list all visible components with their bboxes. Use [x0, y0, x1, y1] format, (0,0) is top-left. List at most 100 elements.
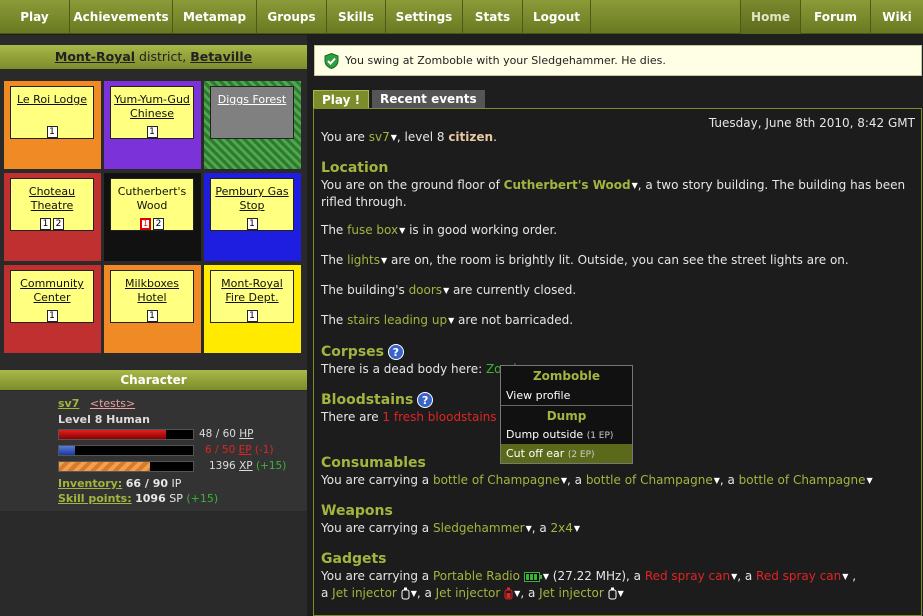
- map-cell[interactable]: Mont-Royal Fire Dept. 1: [204, 265, 301, 353]
- ep-delta: (-1): [254, 444, 274, 456]
- map-building-name[interactable]: Choteau Theatre: [29, 185, 75, 212]
- nav-achievements[interactable]: Achievements: [70, 0, 173, 34]
- nav-metamap[interactable]: Metamap: [173, 0, 257, 34]
- dropdown-arrow-icon[interactable]: ▼: [731, 568, 737, 585]
- help-icon[interactable]: ?: [417, 392, 434, 408]
- occupant-count-badge[interactable]: 2: [153, 218, 164, 230]
- occupant-counts: 1: [11, 124, 93, 138]
- occupant-count-badge[interactable]: 2: [53, 218, 64, 230]
- map-cell[interactable]: Choteau Theatre 1 2: [4, 173, 101, 261]
- map-cell[interactable]: Milkboxes Hotel 1: [104, 265, 201, 353]
- item-champagne[interactable]: bottle of Champagne: [433, 473, 560, 487]
- map-building[interactable]: Cutherbert's Wood 1 2: [110, 178, 194, 231]
- dropdown-arrow-icon[interactable]: ▼: [543, 568, 549, 585]
- map-building-name[interactable]: Mont-Royal Fire Dept.: [221, 277, 283, 304]
- cut-off-ear-cost: (2 EP): [567, 450, 595, 460]
- nav-home[interactable]: Home: [740, 0, 800, 34]
- map-building-name[interactable]: Pembury Gas Stop: [215, 185, 288, 212]
- nav-settings[interactable]: Settings: [386, 0, 463, 34]
- occupant-count-badge[interactable]: 1: [246, 218, 258, 230]
- xp-unit: XP: [239, 460, 253, 472]
- item-red-spray-can[interactable]: Red spray can: [756, 569, 841, 583]
- map-cell[interactable]: Pembury Gas Stop 1: [204, 173, 301, 261]
- nav-play[interactable]: Play: [0, 0, 70, 34]
- map-cell[interactable]: Le Roi Lodge 1: [4, 81, 101, 169]
- nav-forum[interactable]: Forum: [800, 0, 870, 34]
- skill-points-link[interactable]: Skill points:: [58, 492, 132, 505]
- nav-wiki[interactable]: Wiki: [870, 0, 923, 34]
- vial-empty-icon: [401, 587, 410, 600]
- dropdown-arrow-icon[interactable]: ▼: [618, 585, 624, 602]
- map-building[interactable]: Yum-Yum-Gud Chinese 1: [110, 86, 194, 139]
- occupant-count-badge[interactable]: 1: [46, 126, 58, 138]
- city-link[interactable]: Betaville: [190, 49, 252, 64]
- nav-stats[interactable]: Stats: [463, 0, 523, 34]
- lights-link[interactable]: lights: [347, 253, 380, 267]
- map-building[interactable]: Milkboxes Hotel 1: [110, 270, 194, 323]
- character-name[interactable]: sv7: [58, 397, 79, 410]
- map-building[interactable]: Le Roi Lodge 1: [10, 86, 94, 139]
- item-jet-injector[interactable]: Jet injector: [539, 586, 604, 600]
- dropdown-arrow-icon[interactable]: ▼: [842, 568, 848, 585]
- tab-recent-events[interactable]: Recent events: [372, 90, 485, 109]
- dropdown-arrow-icon[interactable]: ▼: [561, 472, 567, 489]
- item-2x4[interactable]: 2x4: [551, 521, 573, 535]
- item-jet-injector[interactable]: Jet injector: [436, 586, 501, 600]
- dropdown-arrow-icon[interactable]: ▼: [411, 585, 417, 602]
- map-building[interactable]: Pembury Gas Stop 1: [210, 178, 294, 231]
- occupant-count-badge[interactable]: 1: [46, 310, 58, 322]
- stairs-link[interactable]: stairs leading up: [347, 313, 447, 327]
- building-link[interactable]: Cutherbert's Wood: [504, 178, 631, 192]
- nav-groups[interactable]: Groups: [257, 0, 327, 34]
- hp-value: 48 / 60: [199, 428, 236, 440]
- inventory-unit: IP: [171, 477, 182, 490]
- item-red-spray-can[interactable]: Red spray can: [645, 569, 730, 583]
- menu-item-cut-off-ear[interactable]: Cut off ear (2 EP): [501, 444, 632, 463]
- tab-play[interactable]: Play !: [313, 90, 370, 109]
- inventory-link[interactable]: Inventory:: [58, 477, 122, 490]
- context-menu: Zomboble View profile Dump Dump outside …: [500, 365, 633, 464]
- cut-off-ear-label: Cut off ear: [506, 447, 565, 460]
- map-building-name[interactable]: Community Center: [20, 277, 84, 304]
- map-building-name[interactable]: Milkboxes Hotel: [125, 277, 179, 304]
- dropdown-arrow-icon[interactable]: ▼: [714, 472, 720, 489]
- menu-item-view-profile[interactable]: View profile: [501, 386, 632, 405]
- nav-logout[interactable]: Logout: [523, 0, 591, 34]
- map-building-name[interactable]: Le Roi Lodge: [17, 93, 87, 106]
- map-building-name[interactable]: Diggs Forest: [218, 93, 286, 106]
- player-role: citizen: [448, 130, 494, 144]
- ep-text: 6 / 50 EP (-1): [205, 444, 274, 456]
- map-building-name[interactable]: Yum-Yum-Gud Chinese: [114, 93, 190, 120]
- occupant-count-badge[interactable]: 1: [146, 126, 158, 138]
- map-cell[interactable]: Cutherbert's Wood 1 2: [104, 173, 201, 261]
- character-tag[interactable]: <tests>: [90, 397, 135, 410]
- map-building[interactable]: Choteau Theatre 1 2: [10, 178, 94, 231]
- dropdown-arrow-icon[interactable]: ▼: [574, 520, 580, 537]
- occupant-count-badge[interactable]: 1: [140, 218, 151, 230]
- district-link[interactable]: Mont-Royal: [55, 49, 135, 64]
- occupant-count-badge[interactable]: 1: [40, 218, 51, 230]
- item-jet-injector[interactable]: Jet injector: [332, 586, 397, 600]
- doors-link[interactable]: doors: [409, 283, 443, 297]
- map-cell[interactable]: Community Center 1: [4, 265, 101, 353]
- item-sledgehammer[interactable]: Sledgehammer: [433, 521, 525, 535]
- item-portable-radio[interactable]: Portable Radio: [433, 569, 520, 583]
- occupant-count-badge[interactable]: 1: [146, 310, 158, 322]
- map-cell[interactable]: Yum-Yum-Gud Chinese 1: [104, 81, 201, 169]
- nav-skills[interactable]: Skills: [327, 0, 386, 34]
- menu-item-dump-outside[interactable]: Dump outside (1 EP): [501, 425, 632, 444]
- map-building[interactable]: Community Center 1: [10, 270, 94, 323]
- item-champagne[interactable]: bottle of Champagne: [586, 473, 713, 487]
- dropdown-arrow-icon[interactable]: ▼: [514, 585, 520, 602]
- fuse-box-link[interactable]: fuse box: [347, 223, 398, 237]
- item-champagne[interactable]: bottle of Champagne: [739, 473, 866, 487]
- help-icon[interactable]: ?: [387, 344, 404, 360]
- map-cell[interactable]: Diggs Forest: [204, 81, 301, 169]
- stairs-line: The stairs leading up▼ are not barricade…: [321, 313, 574, 327]
- map-building[interactable]: Mont-Royal Fire Dept. 1: [210, 270, 294, 323]
- dropdown-arrow-icon[interactable]: ▼: [526, 520, 532, 537]
- occupant-count-badge[interactable]: 1: [246, 310, 258, 322]
- map-building[interactable]: Diggs Forest: [210, 86, 294, 139]
- player-name-link[interactable]: sv7: [369, 130, 390, 144]
- dropdown-arrow-icon[interactable]: ▼: [867, 472, 873, 489]
